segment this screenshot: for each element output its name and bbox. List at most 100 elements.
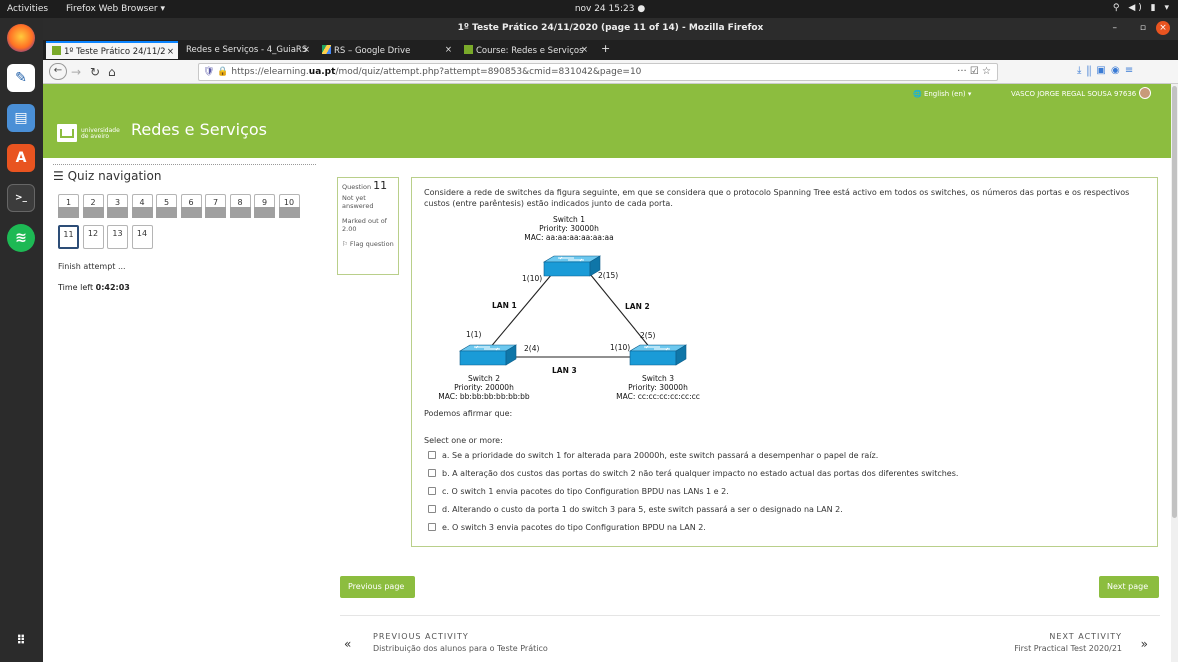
switch2-icon <box>459 344 517 366</box>
avatar[interactable] <box>1139 87 1151 99</box>
window-controls[interactable]: – ▫ × <box>1113 21 1170 35</box>
lan2-label: LAN 2 <box>625 302 650 311</box>
page-actions-icons[interactable]: ··· ☑ ☆ <box>957 66 991 77</box>
flag-question-button[interactable]: ⚐ Flag question <box>342 240 394 249</box>
software-center-icon[interactable]: A <box>7 144 35 172</box>
question-nav-button[interactable]: 1 <box>58 194 79 218</box>
next-activity-link[interactable]: NEXT ACTIVITY First Practical Test 2020/… <box>1000 632 1160 653</box>
url-bar[interactable]: 🛡 🔒 https://elearning.ua.pt/mod/quiz/att… <box>198 63 998 81</box>
answer-option-c[interactable]: c. O switch 1 envia pacotes do tipo Conf… <box>428 487 729 496</box>
close-tab-icon[interactable]: × <box>445 45 452 55</box>
home-icon[interactable]: ⌂ <box>108 65 116 79</box>
close-tab-icon[interactable]: × <box>303 45 310 55</box>
course-title[interactable]: Redes e Serviços <box>131 120 267 139</box>
user-menu[interactable]: VASCO JORGE REGAL SOUSA 97636 <box>1011 90 1136 98</box>
text-editor-icon[interactable]: ✎ <box>7 64 35 92</box>
spotify-icon[interactable]: ≋ <box>7 224 35 252</box>
switch3-name: Switch 3 <box>642 374 674 383</box>
menu-icon[interactable]: ☰ <box>53 169 64 183</box>
previous-activity-label: PREVIOUS ACTIVITY <box>373 632 469 641</box>
finish-attempt-link[interactable]: Finish attempt ... <box>58 262 126 271</box>
divider <box>340 615 1160 616</box>
checkbox[interactable] <box>428 523 436 531</box>
chevron-left-icon: « <box>344 637 352 651</box>
back-icon[interactable]: ← <box>49 63 67 80</box>
question-nav-number: 10 <box>283 198 295 207</box>
question-nav-number: 1 <box>65 198 72 207</box>
lock-icon[interactable]: 🔒 <box>217 67 228 77</box>
dock: ✎ ▤ A >_ ≋ ⠿ <box>0 18 43 662</box>
close-tab-icon[interactable]: × <box>167 47 174 57</box>
question-nav-button[interactable]: 14 <box>131 225 153 249</box>
question-nav-button[interactable]: 6 <box>180 194 202 218</box>
checkbox[interactable] <box>428 505 436 513</box>
question-nav-button[interactable]: 9 <box>254 194 275 218</box>
app-menu[interactable]: Firefox Web Browser ▾ <box>66 4 165 14</box>
shield-icon[interactable]: 🛡 <box>203 67 214 77</box>
question-nav-button[interactable]: 8 <box>229 194 251 218</box>
question-nav-button[interactable]: 13 <box>107 225 128 249</box>
tab-guia[interactable]: Redes e Serviços - 4_GuiaRS × <box>180 41 314 59</box>
question-nav-button[interactable]: 4 <box>131 194 153 218</box>
answer-option-d[interactable]: d. Alterando o custo da porta 1 do switc… <box>428 505 843 514</box>
switch2-priority: Priority: 20000h <box>454 383 514 392</box>
url-path: /mod/quiz/attempt.php?attempt=890853&cmi… <box>335 67 642 77</box>
activities-button[interactable]: Activities <box>7 4 48 14</box>
answer-option-e[interactable]: e. O switch 3 envia pacotes do tipo Conf… <box>428 523 706 532</box>
gnome-top-bar: Activities Firefox Web Browser ▾ nov 24 … <box>0 0 1178 18</box>
files-icon[interactable]: ▤ <box>7 104 35 132</box>
checkbox[interactable] <box>428 469 436 477</box>
reload-icon[interactable]: ↻ <box>90 65 100 79</box>
lan3-label: LAN 3 <box>552 366 577 375</box>
answer-option-b[interactable]: b. A alteração dos custos das portas do … <box>428 469 958 478</box>
question-status-bar <box>278 207 300 218</box>
question-status-bar <box>107 207 128 218</box>
close-tab-icon[interactable]: × <box>581 45 588 55</box>
tab-drive[interactable]: RS – Google Drive × <box>316 41 456 59</box>
tab-label: Redes e Serviços - 4_GuiaRS <box>186 45 308 55</box>
minimize-maximize-icons[interactable]: – ▫ <box>1113 23 1156 33</box>
toolbar-icons[interactable]: ⤓ ⫼ ▣ ◉ ≡ <box>1077 65 1134 76</box>
system-status-icons[interactable]: ⚲ ◀) ▮ ▾ <box>1113 3 1172 13</box>
question-nav-number: 14 <box>136 229 148 238</box>
switch2-mac: MAC: bb:bb:bb:bb:bb:bb <box>438 392 530 401</box>
url-prefix: https://elearning. <box>231 67 309 77</box>
chevron-right-icon: » <box>1140 637 1148 651</box>
checkbox[interactable] <box>428 451 436 459</box>
question-nav-button[interactable]: 12 <box>82 225 104 249</box>
question-nav-button[interactable]: 7 <box>205 194 226 218</box>
question-nav-button[interactable]: 10 <box>278 194 300 218</box>
next-activity-label: NEXT ACTIVITY <box>1049 632 1122 641</box>
checkbox[interactable] <box>428 487 436 495</box>
question-status-bar <box>82 207 104 218</box>
question-nav-button[interactable]: 3 <box>107 194 128 218</box>
tab-course[interactable]: Course: Redes e Serviços × <box>458 41 592 59</box>
lan1-label: LAN 1 <box>492 301 517 310</box>
next-page-button[interactable]: Next page <box>1099 576 1159 598</box>
question-prompt: Podemos afirmar que: <box>424 409 513 418</box>
forward-icon[interactable]: → <box>71 65 81 79</box>
firefox-icon[interactable] <box>7 24 35 52</box>
option-label: d. Alterando o custo da porta 1 do switc… <box>442 505 843 514</box>
clock[interactable]: nov 24 15:23 ● <box>560 4 660 14</box>
question-nav-button[interactable]: 5 <box>156 194 177 218</box>
previous-page-button[interactable]: Previous page <box>340 576 415 598</box>
university-logo[interactable] <box>57 124 77 142</box>
scrollbar-thumb[interactable] <box>1172 86 1177 518</box>
previous-activity-name: Distribuição dos alunos para o Teste Prá… <box>373 644 548 653</box>
close-window-icon[interactable]: × <box>1156 21 1170 35</box>
show-applications-icon[interactable]: ⠿ <box>7 626 35 654</box>
question-nav-button[interactable]: 11 <box>58 225 79 249</box>
answer-option-a[interactable]: a. Se a prioridade do switch 1 for alter… <box>428 451 878 460</box>
previous-activity-link[interactable]: « PREVIOUS ACTIVITY Distribuição dos alu… <box>344 632 548 653</box>
terminal-icon[interactable]: >_ <box>7 184 35 212</box>
tab-quiz[interactable]: 1º Teste Prático 24/11/2 × <box>46 41 178 59</box>
time-left-label: Time left <box>58 283 94 292</box>
tab-label: RS – Google Drive <box>334 46 411 56</box>
language-menu[interactable]: 🌐 English (en) ▾ <box>913 90 971 98</box>
question-nav-button[interactable]: 2 <box>82 194 104 218</box>
question-nav-number: 8 <box>237 198 243 207</box>
question-nav-number: 2 <box>90 198 96 207</box>
port-label: 1(10) <box>610 343 630 352</box>
new-tab-button[interactable]: + <box>595 41 613 59</box>
